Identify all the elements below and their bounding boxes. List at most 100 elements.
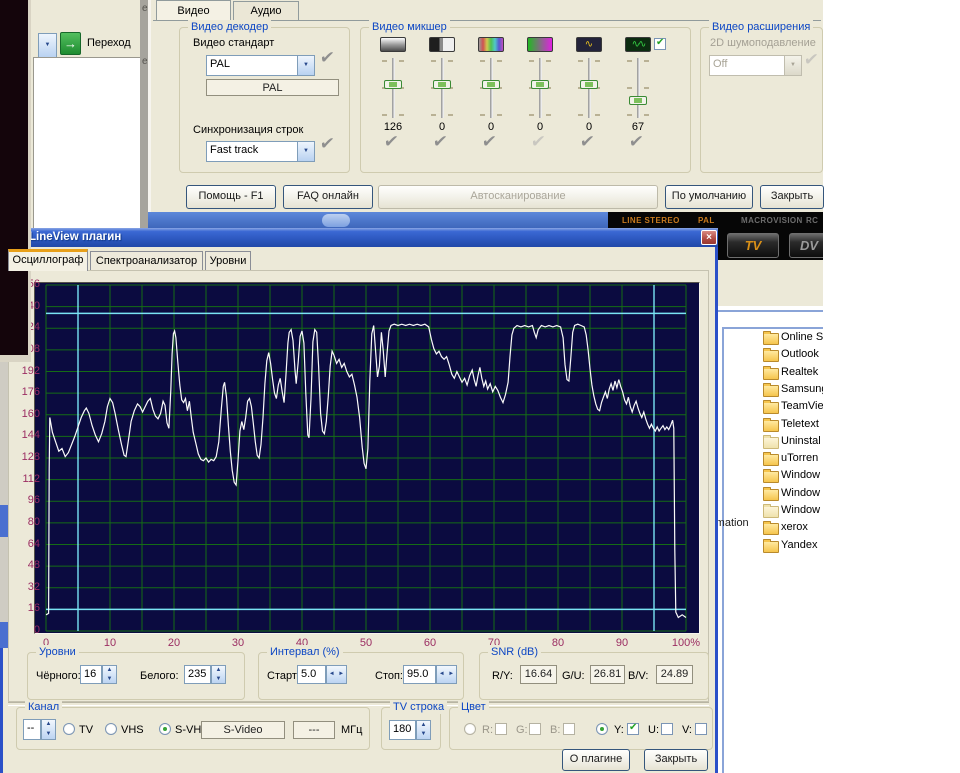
- list-item[interactable]: Samsung: [760, 382, 823, 399]
- tab-oscillograph[interactable]: Осциллограф: [8, 249, 88, 271]
- sync-combo[interactable]: Fast track: [206, 141, 315, 162]
- lineview-window: LineView плагин × Осциллограф Спектроана…: [0, 228, 718, 773]
- go-button[interactable]: →: [60, 32, 81, 55]
- slider-tick: [595, 114, 600, 116]
- video-standard-value: PAL: [210, 58, 230, 70]
- waveform-plot: [35, 283, 699, 633]
- list-item[interactable]: Window: [760, 503, 823, 520]
- tab-video[interactable]: Видео: [156, 0, 231, 21]
- slider-thumb[interactable]: [433, 80, 451, 89]
- close-icon[interactable]: ×: [701, 230, 717, 245]
- oscillograph-chart: [34, 282, 700, 634]
- black-level-spinner[interactable]: ▲▼: [102, 665, 117, 684]
- black-level-field[interactable]: 16: [80, 665, 102, 684]
- apply-check-icon[interactable]: ✔: [481, 132, 498, 152]
- faq-online-button[interactable]: FAQ онлайн: [283, 185, 373, 209]
- close-settings-button[interactable]: Закрыть: [760, 185, 824, 209]
- slider-thumb[interactable]: [531, 80, 549, 89]
- slider-tick: [448, 60, 453, 62]
- list-item[interactable]: Window: [760, 468, 823, 485]
- rgb-mode-radio[interactable]: [464, 723, 476, 735]
- apply-check-icon[interactable]: ✔: [383, 132, 400, 152]
- list-item[interactable]: Outlook: [760, 347, 823, 364]
- white-level-spinner[interactable]: ▲▼: [211, 665, 226, 684]
- list-item[interactable]: TeamVie: [760, 399, 823, 416]
- go-arrow-icon: →: [64, 36, 77, 51]
- stop-label: Стоп:: [375, 670, 403, 682]
- start-spinner[interactable]: ◄►: [326, 665, 347, 684]
- yuv-checkbox[interactable]: [627, 723, 639, 735]
- yuv-checkbox[interactable]: [661, 723, 673, 735]
- slider-thumb[interactable]: [629, 96, 647, 105]
- noise-reduction-label: 2D шумоподавление: [710, 37, 816, 49]
- y-axis-tick-label: 176: [12, 386, 40, 398]
- slider-thumb[interactable]: [482, 80, 500, 89]
- folder-name: Outlook: [781, 348, 819, 360]
- list-item[interactable]: Teletext: [760, 417, 823, 434]
- lineview-title: LineView плагин: [29, 231, 121, 243]
- folder-icon: [763, 402, 779, 414]
- list-item[interactable]: Uninstal: [760, 434, 823, 451]
- mixer-enable-checkbox[interactable]: [654, 38, 666, 50]
- tab-spectrum-analyzer[interactable]: Спектроанализатор: [90, 251, 203, 271]
- apply-check-icon[interactable]: ✔: [319, 48, 336, 68]
- about-plugin-button[interactable]: О плагине: [562, 749, 630, 771]
- slider-tick: [480, 114, 485, 116]
- tv-line-spinner[interactable]: ▲▼: [416, 720, 431, 740]
- list-item[interactable]: xerox: [760, 520, 823, 537]
- svideo-display: S-Video: [201, 721, 285, 739]
- tv-mode-button[interactable]: TV: [727, 233, 779, 258]
- tab-audio[interactable]: Аудио: [233, 1, 299, 21]
- background-toolbar-window: → Переход: [31, 0, 148, 230]
- defaults-button[interactable]: По умолчанию: [665, 185, 753, 209]
- apply-check-icon[interactable]: ✔: [579, 132, 596, 152]
- folder-name: Teletext: [781, 418, 819, 430]
- window-border-line: [718, 310, 823, 312]
- radio-tv[interactable]: [63, 723, 75, 735]
- yuv-checkbox[interactable]: [695, 723, 707, 735]
- list-item[interactable]: uTorren: [760, 451, 823, 468]
- screen: → Переход e e Видео Аудио Видео декодер …: [0, 0, 960, 773]
- apply-check-icon[interactable]: ✔: [628, 132, 645, 152]
- list-item[interactable]: Window: [760, 486, 823, 503]
- apply-check-icon[interactable]: ✔: [432, 132, 449, 152]
- radio-vhs[interactable]: [105, 723, 117, 735]
- apply-check-icon[interactable]: ✔: [530, 132, 547, 152]
- list-item[interactable]: Online S: [760, 330, 823, 347]
- stop-field[interactable]: 95.0: [403, 665, 436, 684]
- list-item[interactable]: Yandex: [760, 538, 823, 555]
- panel-divider: [8, 702, 709, 706]
- lineview-titlebar[interactable]: LineView плагин ×: [0, 228, 718, 247]
- yuv-mode-radio[interactable]: [596, 723, 608, 735]
- combo-dropdown-icon[interactable]: [297, 142, 314, 161]
- slider-thumb[interactable]: [384, 80, 402, 89]
- white-level-field[interactable]: 235: [184, 665, 211, 684]
- stop-spinner[interactable]: ◄►: [436, 665, 457, 684]
- tab-levels[interactable]: Уровни: [205, 251, 251, 271]
- radio-s-vhs[interactable]: [159, 723, 171, 735]
- list-pane[interactable]: [33, 57, 141, 229]
- channel-spinner[interactable]: ▲▼: [41, 719, 56, 740]
- close-plugin-button[interactable]: Закрыть: [644, 749, 708, 771]
- apply-check-icon[interactable]: ✔: [319, 134, 336, 154]
- y-axis-tick-label: 48: [12, 559, 40, 571]
- address-combo-dropdown[interactable]: [38, 33, 57, 58]
- channel-combo[interactable]: --: [23, 719, 41, 740]
- slider-thumb[interactable]: [580, 80, 598, 89]
- slider-tick: [595, 60, 600, 62]
- start-field[interactable]: 5.0: [297, 665, 326, 684]
- tv-line-field[interactable]: 180: [389, 720, 416, 740]
- yuv-label: U:: [648, 724, 659, 736]
- video-standard-combo[interactable]: PAL: [206, 55, 315, 76]
- channel-group: Канал -- ▲▼ TVVHSS-VHS S-Video --- МГц: [16, 707, 370, 750]
- folder-name: Window: [781, 487, 820, 499]
- text-fragment: e: [142, 56, 148, 67]
- combo-dropdown-icon[interactable]: [297, 56, 314, 75]
- list-item[interactable]: Realtek: [760, 365, 823, 382]
- rgb-label: R:: [482, 724, 493, 736]
- x-axis-tick-label: 30: [216, 637, 260, 649]
- tv-line-group-title: TV строка: [390, 700, 447, 714]
- help-button[interactable]: Помощь - F1: [186, 185, 276, 209]
- video-extensions-group-title: Видео расширения: [709, 20, 813, 34]
- dv-mode-button[interactable]: DV: [789, 233, 823, 258]
